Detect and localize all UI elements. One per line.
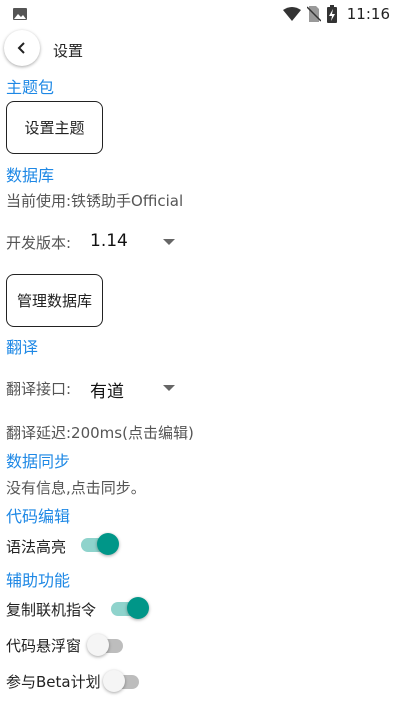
back-arrow-icon: [17, 42, 25, 54]
chevron-down-icon[interactable]: [163, 385, 175, 391]
translate-api-select[interactable]: 有道: [90, 377, 124, 402]
toggle-thumb: [97, 533, 119, 555]
back-button[interactable]: [4, 30, 40, 66]
copy-command-label: 复制联机指令: [6, 601, 97, 619]
sync-info[interactable]: 没有信息,点击同步。: [6, 477, 146, 498]
beta-toggle[interactable]: [103, 670, 141, 692]
syntax-highlight-label: 语法高亮: [6, 538, 67, 556]
no-sim-icon: [306, 6, 321, 22]
beta-label: 参与Beta计划: [6, 673, 101, 691]
battery-charging-icon: [326, 5, 337, 23]
toggle-thumb: [127, 597, 149, 619]
image-icon: [13, 8, 27, 20]
floating-window-label: 代码悬浮窗: [6, 637, 82, 655]
translate-api-label: 翻译接口:: [6, 380, 72, 398]
floating-window-toggle[interactable]: [87, 634, 125, 656]
page-title: 设置: [53, 42, 84, 60]
wifi-icon: [282, 7, 301, 21]
syntax-highlight-toggle[interactable]: [79, 533, 119, 555]
section-translate: 翻译: [6, 338, 39, 357]
section-code-edit: 代码编辑: [6, 507, 71, 526]
status-time: 11:16: [346, 5, 390, 23]
set-theme-button[interactable]: 设置主题: [6, 101, 103, 154]
version-select[interactable]: 1.14: [90, 231, 128, 251]
section-assist: 辅助功能: [6, 571, 71, 590]
section-sync: 数据同步: [6, 452, 71, 471]
version-label: 开发版本:: [6, 234, 72, 252]
translate-delay[interactable]: 翻译延迟:200ms(点击编辑): [6, 422, 194, 443]
toggle-thumb: [87, 634, 109, 656]
chevron-down-icon[interactable]: [163, 239, 175, 245]
current-database: 当前使用:铁锈助手Official: [6, 192, 184, 210]
section-theme: 主题包: [6, 78, 55, 97]
section-database: 数据库: [6, 166, 55, 185]
toggle-thumb: [103, 670, 125, 692]
manage-database-button[interactable]: 管理数据库: [6, 274, 103, 327]
status-bar: 11:16: [0, 0, 400, 28]
copy-command-toggle[interactable]: [109, 597, 149, 619]
